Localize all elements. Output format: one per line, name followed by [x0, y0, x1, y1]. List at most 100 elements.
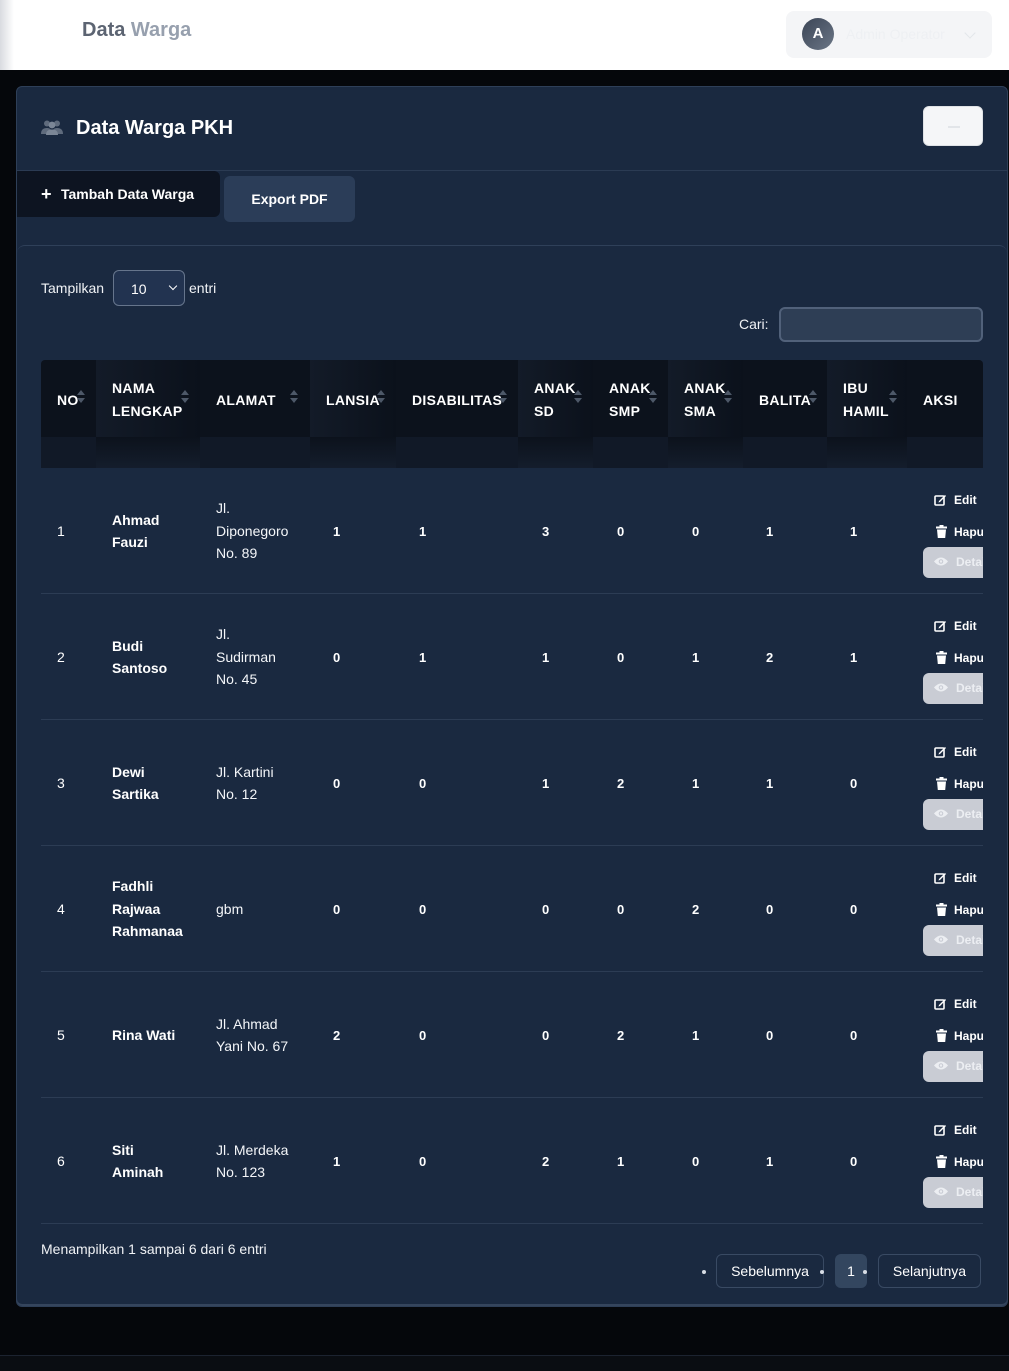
delete-button[interactable]: Hapus [936, 525, 983, 541]
cell-sma: 1 [692, 776, 700, 791]
detail-button[interactable]: Detail [923, 1177, 983, 1208]
header-line: SD [534, 403, 555, 419]
citizen-name: Fadhli Rajwaa Rahmanaa [112, 875, 183, 943]
detail-button[interactable]: Detail [923, 925, 983, 956]
header-line: NAMA [112, 380, 156, 396]
delete-label: Hapus [954, 525, 983, 539]
edit-icon [934, 745, 947, 761]
brand-text-1: Data [82, 19, 131, 41]
pagination-dot [820, 1270, 824, 1274]
table-row: 4 Fadhli Rajwaa Rahmanaa gbm 0 0 0 0 2 0 0 Edit Hapus… [41, 846, 983, 972]
table-info: Menampilkan 1 sampai 6 dari 6 entri [41, 1241, 267, 1257]
column-header-anak-smp[interactable]: ANAK SMP [593, 360, 668, 437]
cell-line: Siti [112, 1141, 134, 1158]
cell-balita: 2 [766, 650, 774, 665]
detail-button[interactable]: Detail [923, 1051, 983, 1082]
cell-disabilitas: 0 [419, 1154, 427, 1169]
minus-icon [948, 126, 960, 128]
column-header-no[interactable]: NO [41, 360, 96, 437]
cell-line: Jl. Ahmad [216, 1015, 278, 1032]
column-header-nama[interactable]: NAMA LENGKAP [96, 360, 200, 437]
delete-button[interactable]: Hapus [936, 1155, 983, 1171]
cell-disabilitas: 0 [419, 1028, 427, 1043]
column-header-label: ALAMAT [216, 392, 276, 408]
pagination-next-button[interactable]: Selanjutnya [878, 1254, 981, 1288]
cell-line: Jl. [216, 626, 230, 643]
cell-balita: 1 [766, 1154, 774, 1169]
citizen-name: Budi Santoso [112, 635, 167, 680]
detail-button[interactable]: Detail [923, 673, 983, 704]
delete-button[interactable]: Hapus [936, 651, 983, 667]
column-header-alamat[interactable]: ALAMAT [200, 360, 310, 437]
column-header-anak-sma[interactable]: ANAK SMA [668, 360, 743, 437]
export-pdf-button[interactable]: Export PDF [224, 176, 355, 222]
citizen-address: Jl. Merdeka No. 123 [216, 1139, 288, 1184]
cell-line: Aminah [112, 1164, 164, 1180]
cell-line: Ahmad [112, 511, 160, 528]
citizen-address: Jl. Diponegoro No. 89 [216, 497, 288, 565]
cell-lansia: 0 [333, 902, 341, 917]
entries-select-value: 10 [131, 281, 147, 297]
search-label: Cari: [739, 316, 769, 332]
column-header-ibu-hamil[interactable]: IBU HAMIL [827, 360, 907, 437]
delete-label: Hapus [954, 1155, 983, 1169]
delete-button[interactable]: Hapus [936, 1029, 983, 1045]
row-number: 5 [57, 1027, 65, 1043]
delete-button[interactable]: Hapus [936, 903, 983, 919]
delete-button[interactable]: Hapus [936, 777, 983, 793]
cell-line: Diponegoro [216, 522, 289, 539]
detail-button[interactable]: Detail [923, 547, 983, 578]
header-line: HAMIL [843, 403, 889, 419]
header-line: ANAK [609, 380, 651, 396]
citizen-name: Dewi Sartika [112, 761, 159, 806]
length-label: Tampilkan [41, 280, 105, 296]
column-header-disabilitas[interactable]: DISABILITAS [396, 360, 518, 437]
trash-icon [936, 1155, 947, 1171]
detail-label: Detail [956, 807, 983, 821]
user-menu[interactable]: A Admin Operator [786, 11, 992, 58]
page-footer [0, 1355, 1009, 1371]
column-header-label: AKSI [923, 392, 958, 408]
sidebar-edge [0, 0, 14, 70]
cell-hamil: 0 [850, 1154, 858, 1169]
card-title: Data Warga PKH [76, 117, 234, 139]
row-number: 4 [57, 901, 65, 917]
plus-icon: + [41, 184, 52, 204]
cell-line: No. 45 [216, 671, 258, 688]
trash-icon [936, 777, 947, 793]
column-header-lansia[interactable]: LANSIA [310, 360, 396, 437]
trash-icon [936, 651, 947, 667]
column-header-anak-sd[interactable]: ANAK SD [518, 360, 593, 437]
search-input[interactable] [779, 307, 983, 342]
edit-icon [934, 997, 947, 1013]
cell-hamil: 1 [850, 650, 858, 665]
column-header-balita[interactable]: BALITA [743, 360, 827, 437]
cell-line: Rajwaa [112, 900, 161, 917]
edit-icon [934, 1123, 947, 1139]
cell-balita: 0 [766, 1028, 774, 1043]
length-suffix: entri [189, 280, 217, 296]
citizen-address: gbm [216, 898, 243, 921]
cell-sma: 0 [692, 524, 700, 539]
cell-sd: 2 [542, 1154, 550, 1169]
cell-line: No. 89 [216, 545, 258, 562]
table-panel: Tampilkan 10 entri Cari: NO NAMA LENGKAP … [17, 245, 1007, 1305]
collapse-button[interactable] [923, 106, 983, 146]
eye-icon [934, 1186, 948, 1200]
cell-line: Jl. Merdeka [216, 1141, 289, 1158]
chevron-down-icon [964, 27, 976, 39]
pagination-previous-button[interactable]: Sebelumnya [716, 1254, 824, 1288]
detail-label: Detail [956, 1059, 983, 1073]
table-header: NO NAMA LENGKAP ALAMAT LANSIA DISABILITAS… [41, 360, 983, 437]
column-header-label: LANSIA [326, 392, 380, 408]
detail-label: Detail [956, 555, 983, 569]
detail-button[interactable]: Detail [923, 799, 983, 830]
edit-label: Edit [954, 619, 977, 633]
cell-balita: 1 [766, 776, 774, 791]
cell-disabilitas: 1 [419, 524, 427, 539]
add-citizen-button[interactable]: + Tambah Data Warga [17, 171, 220, 217]
users-icon [41, 120, 63, 135]
entries-select[interactable]: 10 [113, 270, 185, 306]
cell-line: No. 123 [216, 1164, 266, 1180]
detail-label: Detail [956, 933, 983, 947]
